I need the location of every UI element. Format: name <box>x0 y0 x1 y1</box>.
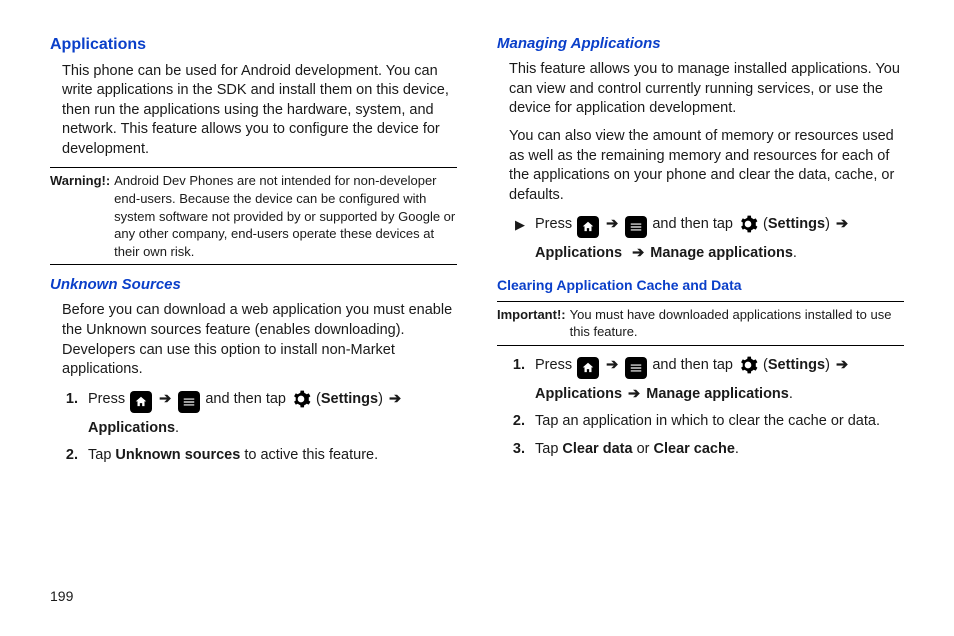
gear-icon <box>737 354 759 376</box>
gear-icon <box>737 213 759 235</box>
managing-step: ▶ Press ➔ and then tap (Settings) ➔ Appl… <box>515 213 904 264</box>
important-body: You must have downloaded applications in… <box>570 306 904 341</box>
arrow-icon: ➔ <box>836 216 848 232</box>
home-icon <box>577 216 599 238</box>
heading-managing-applications: Managing Applications <box>497 34 904 54</box>
arrow-icon: ➔ <box>628 386 640 402</box>
arrow-icon: ➔ <box>389 391 401 407</box>
arrow-icon: ➔ <box>606 357 618 373</box>
gear-icon <box>290 388 312 410</box>
arrow-icon: ➔ <box>606 216 618 232</box>
menu-icon <box>625 357 647 379</box>
left-column: Applications This phone can be used for … <box>50 34 457 474</box>
menu-icon <box>178 391 200 413</box>
warning-body: Android Dev Phones are not intended for … <box>114 172 457 260</box>
heading-clearing-cache: Clearing Application Cache and Data <box>497 276 904 295</box>
step-1: Press ➔ and then tap (Settings) ➔ Applic… <box>82 388 457 439</box>
home-icon <box>577 357 599 379</box>
clear-step-2: Tap an application in which to clear the… <box>529 412 904 432</box>
menu-icon <box>625 216 647 238</box>
clear-step-1: Press ➔ and then tap (Settings) ➔ Applic… <box>529 354 904 405</box>
home-icon <box>130 391 152 413</box>
intro-paragraph: This phone can be used for Android devel… <box>62 62 457 160</box>
arrow-icon: ➔ <box>836 357 848 373</box>
arrow-icon: ➔ <box>632 245 644 261</box>
arrow-icon: ➔ <box>159 391 171 407</box>
clear-step-3: Tap Clear data or Clear cache. <box>529 440 904 460</box>
warning-note: Warning!: Android Dev Phones are not int… <box>50 167 457 265</box>
triangle-bullet-icon: ▶ <box>515 216 525 234</box>
page-number: 199 <box>50 588 73 604</box>
unknown-sources-paragraph: Before you can download a web applicatio… <box>62 301 457 379</box>
step-2: Tap Unknown sources to active this featu… <box>82 446 457 466</box>
heading-unknown-sources: Unknown Sources <box>50 275 457 295</box>
right-column: Managing Applications This feature allow… <box>497 34 904 474</box>
important-note: Important!: You must have downloaded app… <box>497 301 904 346</box>
warning-label: Warning!: <box>50 172 114 260</box>
unknown-sources-steps: Press ➔ and then tap (Settings) ➔ Applic… <box>82 388 457 466</box>
managing-p2: You can also view the amount of memory o… <box>509 127 904 205</box>
heading-applications: Applications <box>50 34 457 56</box>
managing-p1: This feature allows you to manage instal… <box>509 60 904 119</box>
clearing-steps: Press ➔ and then tap (Settings) ➔ Applic… <box>529 354 904 460</box>
important-label: Important!: <box>497 306 570 341</box>
